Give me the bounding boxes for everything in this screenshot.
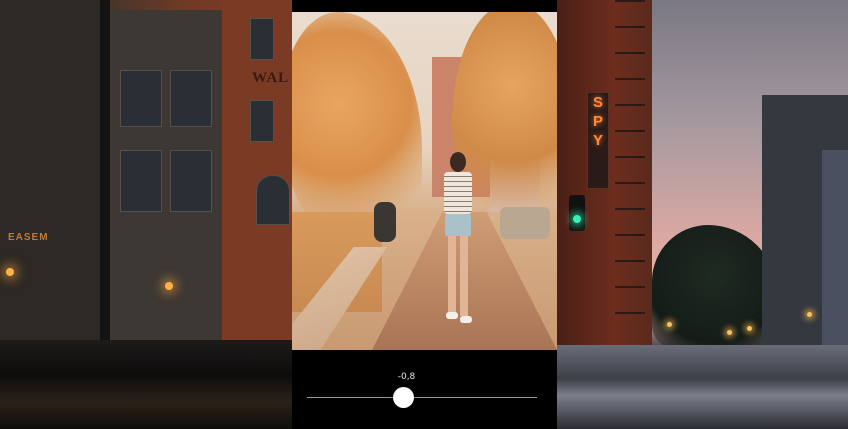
sneaker — [446, 312, 458, 319]
office-building — [822, 150, 848, 350]
building-window — [120, 150, 162, 212]
building-window — [250, 100, 274, 142]
adjustment-slider-thumb[interactable] — [392, 387, 414, 408]
autumn-tree — [292, 12, 422, 242]
street-light-glow — [807, 312, 812, 317]
building-window — [120, 70, 162, 127]
adjustment-value-label: -0,8 — [397, 372, 416, 382]
traffic-light — [569, 195, 585, 231]
fire-escape — [615, 0, 645, 330]
street-light-glow — [747, 326, 752, 331]
shop-sign: EASEM — [8, 232, 49, 243]
edited-photo-preview — [292, 12, 557, 350]
green-signal-icon — [573, 215, 581, 223]
street-light-glow — [165, 282, 173, 290]
arched-window — [256, 175, 290, 225]
neon-sign: S P Y — [587, 92, 609, 189]
screenshot-stage: WAL EASEM -0,8 S P Y — [0, 0, 848, 429]
person-head — [450, 152, 466, 172]
left-background-photo: WAL EASEM — [0, 0, 292, 429]
neon-letter: S — [592, 94, 603, 111]
person-leg — [460, 236, 468, 316]
adjustment-slider-track[interactable] — [307, 397, 537, 398]
neon-letter: P — [592, 113, 603, 130]
building-window — [170, 150, 212, 212]
right-background-photo: S P Y — [557, 0, 848, 429]
neon-letter: Y — [592, 132, 603, 149]
person-leg — [448, 236, 456, 312]
denim-shorts — [445, 214, 471, 236]
sneaker — [460, 316, 472, 323]
building-sign: WAL — [252, 70, 290, 86]
striped-top — [444, 172, 472, 214]
street-light-glow — [727, 330, 732, 335]
wet-street-reflection — [0, 340, 292, 429]
wet-road-reflection — [557, 345, 848, 429]
building-window — [170, 70, 212, 127]
street-light-glow — [6, 268, 14, 276]
street-trees — [652, 225, 777, 350]
traffic-light-pole — [100, 0, 110, 340]
building-window — [250, 18, 274, 60]
dark-building — [0, 0, 110, 340]
woman-walking — [438, 152, 478, 337]
street-light-glow — [667, 322, 672, 327]
parked-car — [500, 207, 550, 239]
seated-person — [374, 202, 396, 242]
photo-editor-panel: -0,8 — [292, 0, 557, 429]
